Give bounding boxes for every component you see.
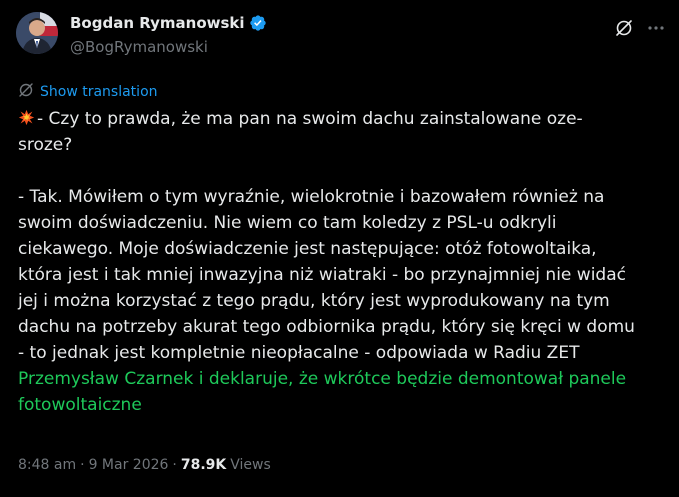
tweet-line-1: - Czy to prawda, że ma pan na swoim dach… xyxy=(37,109,583,129)
tweet-line-4: swoim doświadczeniu. Nie wiem co tam kol… xyxy=(18,213,557,233)
tweet-line-6: która jest i tak mniej inwazyjna niż wia… xyxy=(18,265,626,285)
views-label: Views xyxy=(230,457,271,473)
tweet-line-5: ciekawego. Moje doświadczenie jest nastę… xyxy=(18,239,597,259)
author-display-name[interactable]: Bogdan Rymanowski xyxy=(70,14,245,32)
tweet-card[interactable]: Bogdan Rymanowski @BogRymanowski Show tr… xyxy=(0,0,679,497)
tweet-line-2: sroze? xyxy=(18,135,73,155)
meta-separator: · xyxy=(80,457,85,473)
tweet-line-9: - to jednak jest kompletnie nieopłacalne… xyxy=(18,343,580,363)
collision-emoji-icon xyxy=(18,108,35,126)
show-translation-button[interactable]: Show translation xyxy=(18,82,158,102)
tweet-line-7: jej i można korzystać z tego prądu, któr… xyxy=(18,291,610,311)
tweet-line-3: - Tak. Mówiłem o tym wyraźnie, wielokrot… xyxy=(18,187,605,207)
tweet-line-8: dachu na potrzeby akurat tego odbiornika… xyxy=(18,317,635,337)
translate-icon xyxy=(18,82,34,102)
author-name-row: Bogdan Rymanowski xyxy=(70,14,267,32)
author-handle[interactable]: @BogRymanowski xyxy=(70,38,208,56)
tweet-text: - Czy to prawda, że ma pan na swoim dach… xyxy=(18,106,658,418)
views-count[interactable]: 78.9K xyxy=(181,457,226,473)
verified-badge-icon[interactable] xyxy=(249,14,267,32)
more-dots-icon[interactable] xyxy=(646,18,666,38)
tweet-line-11: fotowoltaiczne xyxy=(18,395,142,415)
grok-icon[interactable] xyxy=(614,18,634,38)
show-translation-label[interactable]: Show translation xyxy=(40,84,158,100)
post-date[interactable]: 9 Mar 2026 xyxy=(89,457,169,473)
tweet-meta: 8:48 am · 9 Mar 2026 · 78.9K Views xyxy=(18,457,271,473)
meta-separator-2: · xyxy=(172,457,177,473)
tweet-line-10: Przemysław Czarnek i deklaruje, że wkrót… xyxy=(18,369,627,389)
post-time[interactable]: 8:48 am xyxy=(18,457,76,473)
avatar[interactable] xyxy=(16,12,58,54)
